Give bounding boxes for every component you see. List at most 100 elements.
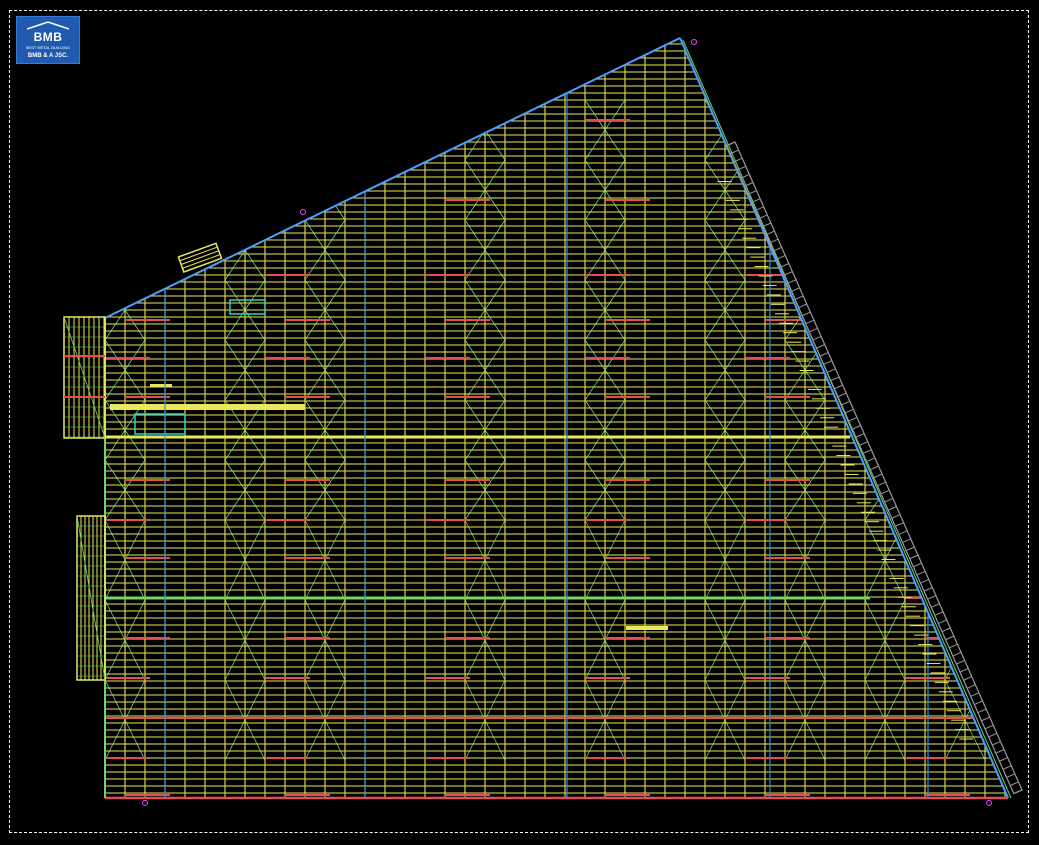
gutter-rib [992,740,1001,746]
bracing-line [105,99,146,161]
gutter-rib [948,643,958,649]
grid-marker-icon [986,800,992,806]
gutter-rib [966,684,976,689]
roof-rafters [124,38,1006,798]
logo-roof-icon [26,21,70,30]
gutter-rib [988,732,998,738]
gutter-rib [891,514,901,519]
gutter-rib [931,603,940,608]
gutter-rib [855,433,865,438]
bracing-line [864,339,906,401]
column-lines [164,38,929,798]
bracing-line [944,219,986,281]
gutter-rib [938,619,947,625]
logo-company: BMB & A JSC. [27,53,69,59]
bracing-line [944,519,986,601]
bracing-line [784,219,826,281]
highlight-block [150,384,172,387]
bracing-line [784,99,826,161]
gutter-rib [913,562,922,568]
gutter-rib [762,222,772,228]
gutter-rib [1006,773,1016,778]
bracing-line [784,159,826,221]
gutter-rib [830,376,840,382]
gutter-rib [809,327,818,333]
gutter-rib [834,384,843,390]
gutter-rib [963,676,972,681]
grid-marker-icon [142,800,148,806]
grid-marker-icon [691,39,697,45]
gutter-rib [862,449,872,454]
bracing-line [944,159,986,221]
roof-plan-drawing[interactable] [0,0,1039,845]
bracing-line [944,99,986,161]
gutter-rib [870,465,879,471]
bracing-line [864,339,906,401]
gutter-rib [812,335,822,341]
bracing-line [944,279,986,341]
side-annexes [63,242,223,681]
bracing-line [944,459,986,521]
gutter-rib [816,344,825,349]
bracing-line [864,99,906,161]
gutter-rib [769,238,779,244]
gutter-rib [819,352,829,357]
gutter-rib [956,659,965,665]
gutter-rib [866,457,876,463]
gutter-rib [801,311,811,317]
bracing-line [944,399,986,461]
bracing-line [224,159,266,221]
bracing-line [864,159,906,221]
bracing-line [944,459,986,521]
highlight-block [110,404,305,410]
gutter-rib [945,635,955,641]
gutter-rib [794,295,804,301]
gutter-rib [837,392,847,398]
gutter-rib [766,230,775,236]
opening-outline [134,413,186,435]
gutter-rib [877,481,886,487]
gutter-rib [780,263,790,268]
gutter-rib [999,757,1008,762]
gutter-rib [1013,789,1023,795]
gutter-rib [909,554,919,560]
highlight-block [626,626,668,630]
roof-edges [104,37,1012,800]
gutter-rib [959,668,969,673]
gutter-rib [952,651,962,657]
bracing-line [864,219,906,281]
bracing-line [944,279,986,341]
bracing-line [224,159,266,221]
bracing-line [224,99,266,161]
bracing-line [105,219,146,281]
bracing-line [864,99,906,161]
bracing-line [864,219,906,281]
gutter-rib [884,497,894,503]
bracing-line [944,219,986,281]
gutter-rib [758,214,768,220]
gutter-rib [977,708,987,714]
gutter-rib [848,416,858,422]
gutter-rib [916,570,926,576]
gutter-rib [751,198,761,203]
gutter-rib [783,271,793,276]
cad-viewport[interactable]: BMB BEST METAL BUILDING BMB & A JSC. [0,0,1039,845]
bracing-line [784,219,826,281]
gutter-rib [984,724,994,730]
bracing-line [864,279,906,341]
gutter-rib [859,441,868,446]
gutter-rib [941,627,951,633]
gutter-rib [888,506,897,511]
gutter-rib [844,408,854,414]
bracing-line [784,99,826,161]
gutter-rib [927,595,937,600]
logo-tagline: BEST METAL BUILDING [25,45,71,50]
bracing-line [944,399,986,461]
bracing-line [864,399,906,461]
bracing-line [304,99,346,161]
gutter-rib [852,425,861,430]
gutter-rib [755,206,764,211]
gutter-rib [920,578,929,584]
gutter-rib [1002,765,1012,770]
bracing-line [224,99,266,161]
